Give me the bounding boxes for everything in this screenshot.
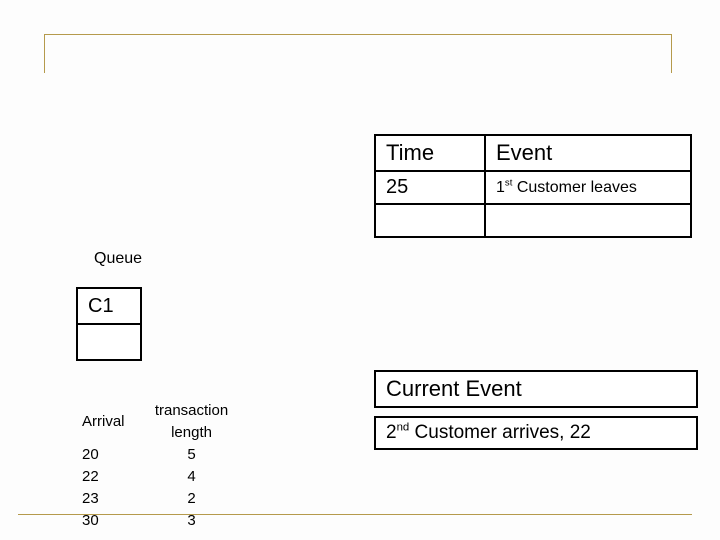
bottom-rule [18,514,692,515]
col-header-arrival: Arrival [78,400,129,444]
table-row: 25 1st Customer leaves [375,171,691,204]
table-row: Arrival transaction length [78,400,255,444]
col-header-time: Time [375,135,485,171]
cell-time: 25 [375,171,485,204]
table-row: Current Event [375,371,697,407]
table-row [375,204,691,237]
queue-table: C1 [76,287,142,361]
current-event-body: 2nd Customer arrives, 22 [374,416,698,450]
time-event-table: Time Event 25 1st Customer leaves [374,134,692,238]
col-header-transaction: transaction length [129,400,255,444]
table-row [77,324,141,360]
ord-sup: nd [397,422,410,434]
table-row: C1 [77,288,141,324]
table-row: 205 [78,444,255,466]
cell-time [375,204,485,237]
queue-cell [77,324,141,360]
trans-cell: 5 [129,444,255,466]
arrivals-block: Arrival transaction length 205 224 232 3… [78,400,255,532]
current-event-title: Current Event [375,371,697,407]
col-header-event: Event [485,135,691,171]
ord-num: 1 [496,179,505,196]
current-event-header: Current Event [374,370,698,408]
cell-event [485,204,691,237]
arrivals-table: Arrival transaction length 205 224 232 3… [78,400,255,532]
current-event-text: 2nd Customer arrives, 22 [375,417,697,449]
event-text: Customer leaves [512,179,637,196]
table-row: 232 [78,488,255,510]
trans-cell: 4 [129,466,255,488]
event-text: Customer arrives, 22 [409,422,591,443]
cell-event: 1st Customer leaves [485,171,691,204]
queue-label: Queue [94,250,142,268]
table-row: 224 [78,466,255,488]
arrival-cell: 20 [78,444,129,466]
queue-cell: C1 [77,288,141,324]
arrival-cell: 23 [78,488,129,510]
slide-frame [44,34,672,73]
ord-num: 2 [386,422,397,443]
table-row: Time Event [375,135,691,171]
table-row: 2nd Customer arrives, 22 [375,417,697,449]
arrival-cell: 22 [78,466,129,488]
trans-cell: 2 [129,488,255,510]
